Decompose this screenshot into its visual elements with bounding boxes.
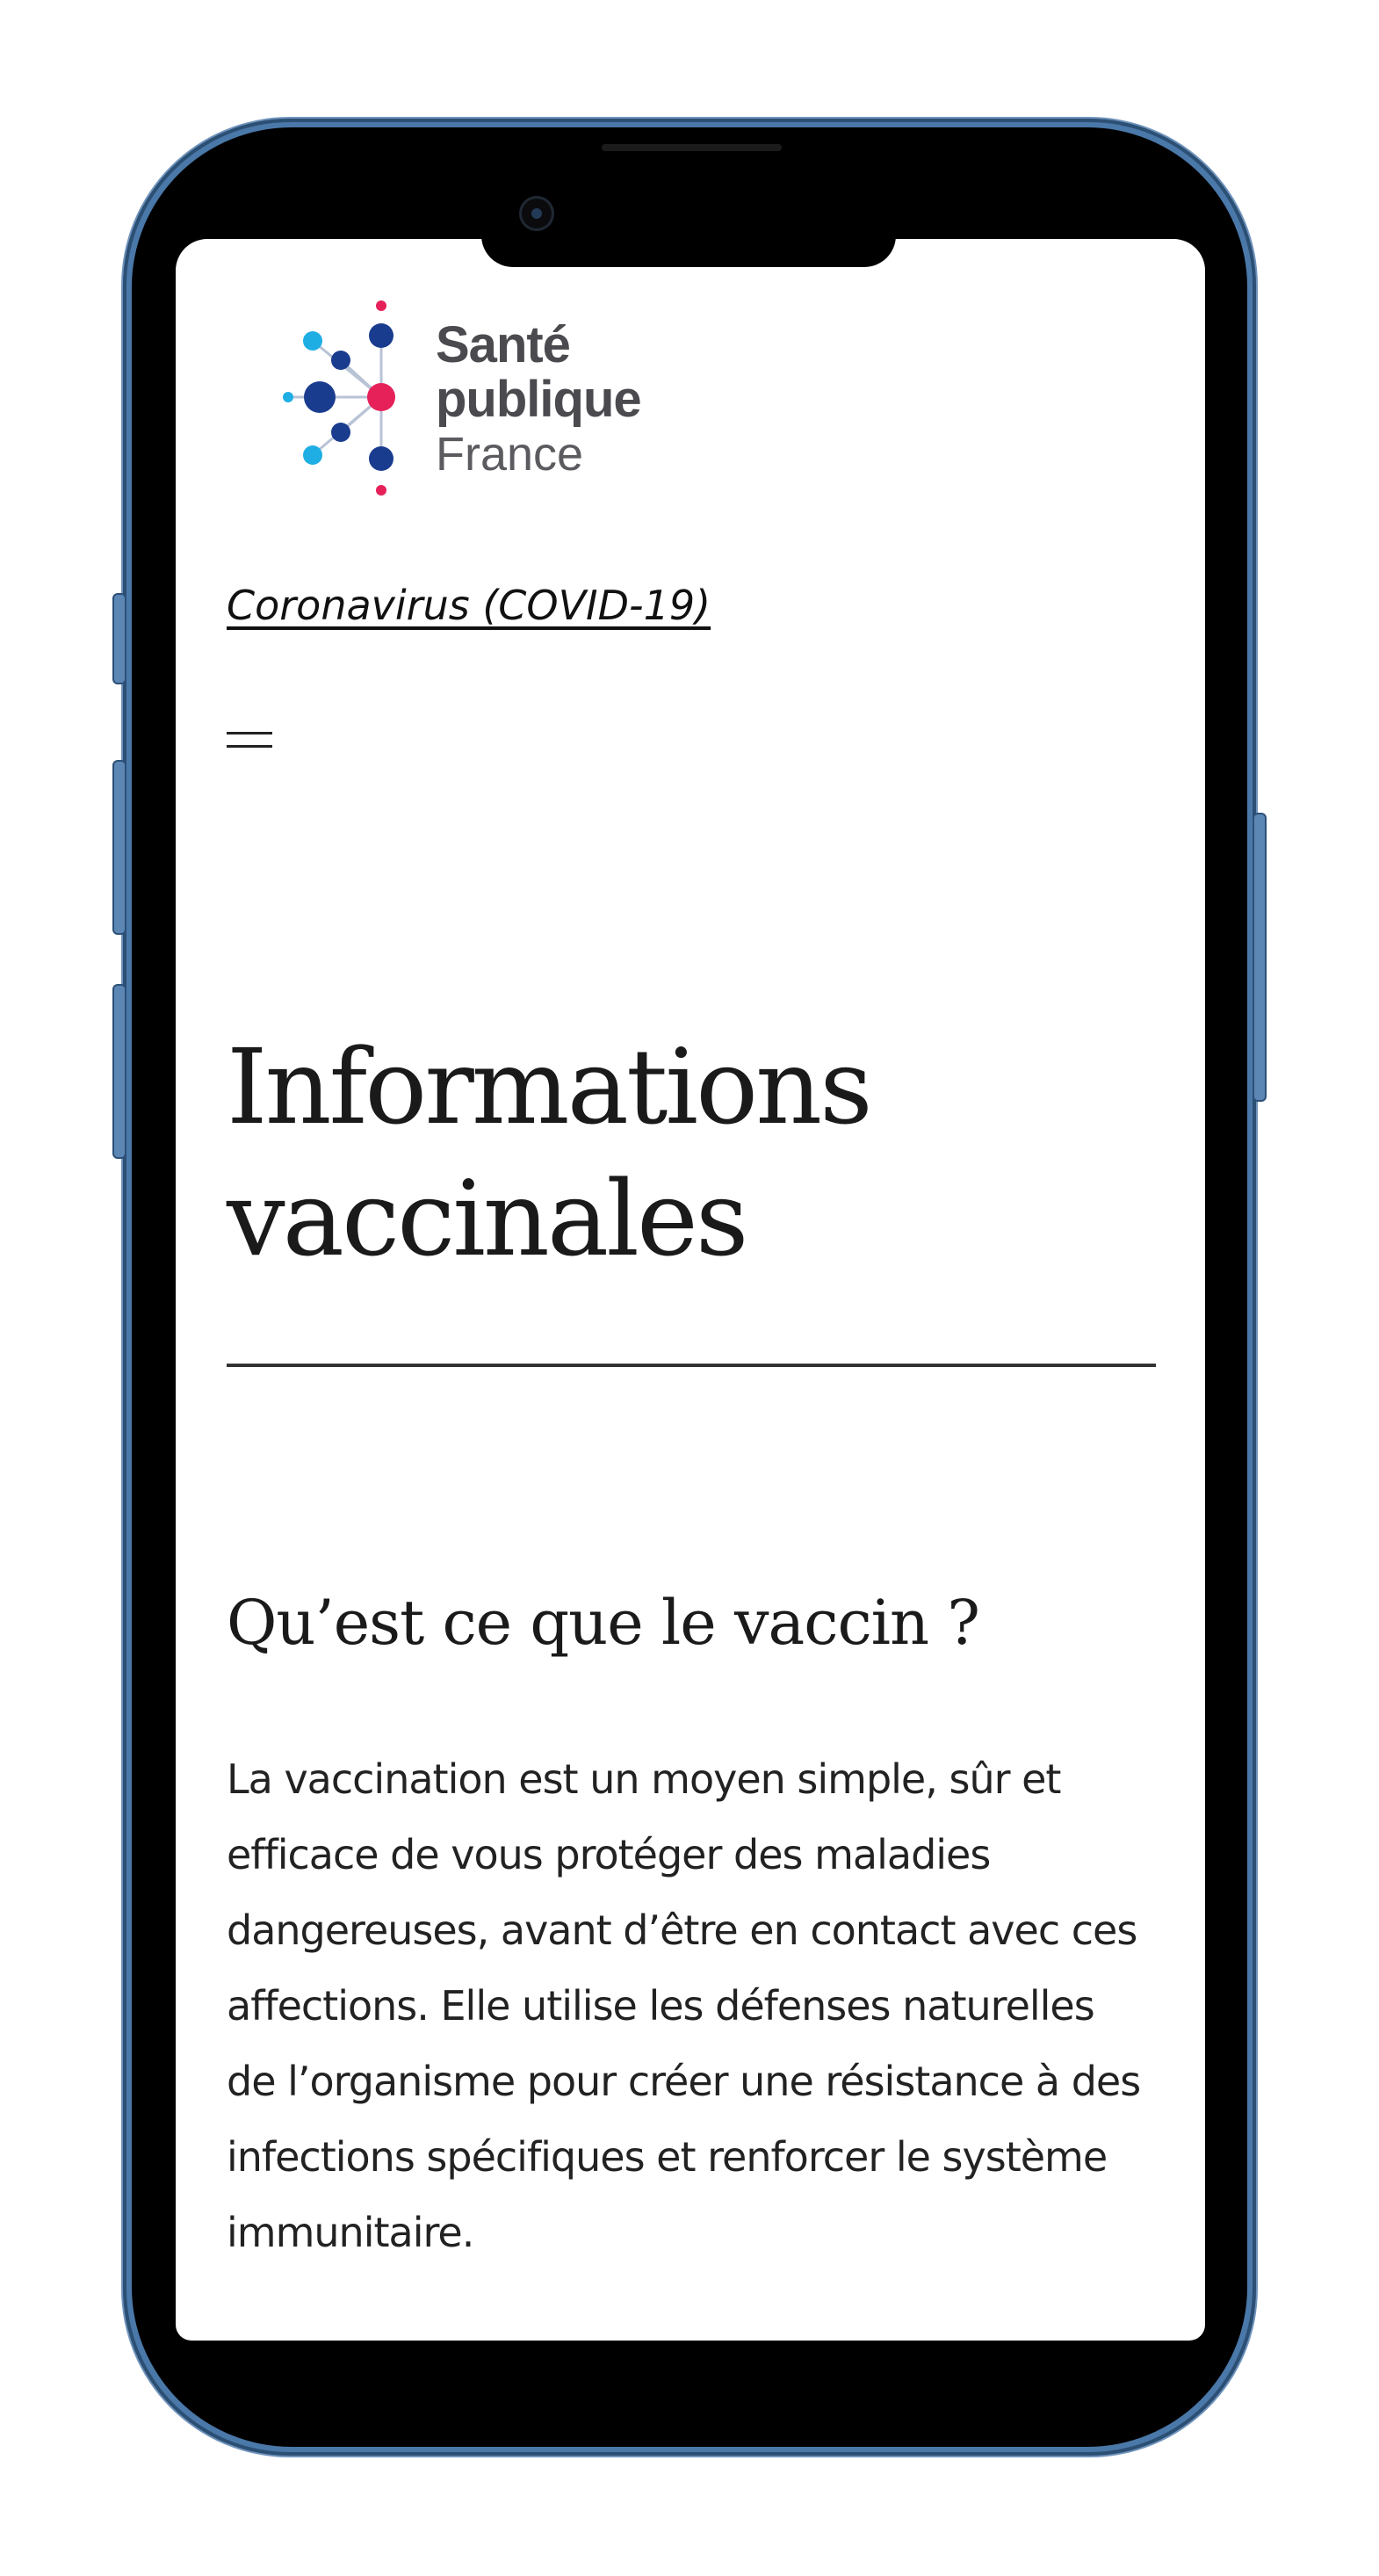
section-heading: Qu’est ce que le vaccin ?	[227, 1587, 980, 1659]
earpiece-speaker	[602, 144, 782, 151]
menu-bar-bottom	[227, 745, 272, 748]
phone-notch	[481, 235, 896, 267]
coronavirus-covid-link[interactable]: Coronavirus (COVID-19)	[227, 582, 711, 629]
menu-bar-top	[227, 732, 272, 734]
logo-line-1: Santé	[436, 316, 571, 373]
molecule-logo-icon	[283, 300, 395, 496]
section-paragraph: La vaccination est un moyen simple, sûr …	[227, 1755, 1141, 2256]
title-divider	[227, 1364, 1156, 1367]
logo-line-2: publique	[436, 371, 642, 428]
logo-wordmark: Santé publique France	[436, 316, 642, 481]
phone-screen: Santé publique France Coronavirus (COVID…	[176, 239, 1205, 2341]
page-title: Informations vaccinales	[227, 1026, 873, 1279]
volume-down-button	[112, 984, 126, 1159]
front-camera-icon	[519, 196, 554, 231]
sante-publique-france-logo[interactable]: Santé publique France	[272, 299, 642, 501]
logo-line-3: France	[436, 428, 584, 481]
volume-up-button	[112, 760, 126, 935]
silent-switch	[112, 593, 126, 684]
hamburger-menu-icon[interactable]	[227, 720, 276, 759]
power-button	[1253, 813, 1267, 1102]
